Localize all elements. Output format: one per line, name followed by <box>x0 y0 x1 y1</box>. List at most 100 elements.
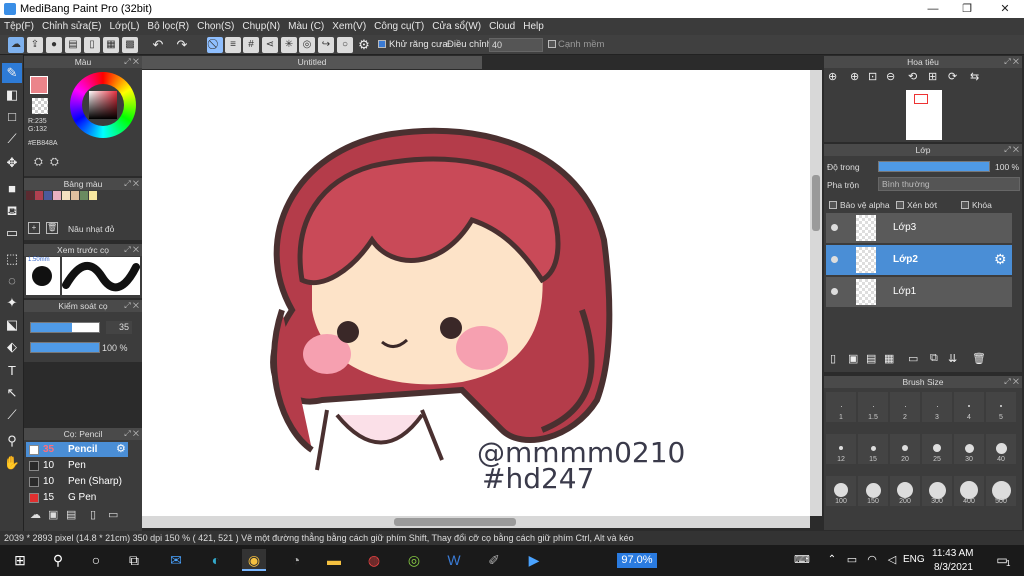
vertical-scrollbar[interactable] <box>810 70 822 516</box>
language-indicator[interactable]: ENG <box>903 554 925 565</box>
zoom-percent-box[interactable]: 97.0% <box>617 553 657 568</box>
layer-row-3[interactable]: Lớp3 <box>826 213 1012 243</box>
palette-swatch[interactable] <box>62 191 70 200</box>
gradient-tool-icon[interactable]: ▭ <box>2 223 22 243</box>
brush-size-5[interactable]: 5 <box>986 392 1016 422</box>
horizontal-scrollbar[interactable] <box>142 516 810 528</box>
zoom-in-icon[interactable]: ⊕ <box>828 70 837 83</box>
menu-select[interactable]: Chọn(S) <box>193 18 238 35</box>
brush-size-3[interactable]: 3 <box>922 392 952 422</box>
task-view-icon[interactable]: ⧉ <box>122 549 146 571</box>
operation-tool-icon[interactable]: ↖ <box>2 383 22 403</box>
brush-item-g-pen[interactable]: 15 G Pen <box>26 490 128 505</box>
palette-swatch[interactable] <box>53 191 61 200</box>
redo-icon[interactable]: ↷ <box>174 37 190 53</box>
select-tool-icon[interactable]: ⬚ <box>2 249 22 269</box>
layer-row-2[interactable]: Lớp2 ⚙ <box>826 245 1012 275</box>
add-layer-menu-icon[interactable]: ▦ <box>884 352 894 365</box>
fill-rect-tool-icon[interactable]: ■ <box>2 179 22 199</box>
smooth-edge-checkbox[interactable] <box>548 40 556 48</box>
palette-swatch[interactable] <box>80 191 88 200</box>
vertical-scroll-thumb[interactable] <box>812 175 820 231</box>
magic-wand-icon[interactable]: ✦ <box>2 293 22 313</box>
color-wheel[interactable] <box>70 72 136 138</box>
lasso-tool-icon[interactable]: ◌ <box>2 271 22 291</box>
brush-settings-icon[interactable]: ⚙ <box>116 442 126 457</box>
bucket-tool-icon[interactable]: ⛾ <box>2 201 22 221</box>
brush-size-500[interactable]: 500 <box>986 476 1016 506</box>
document-icon[interactable]: ▯ <box>84 37 100 53</box>
snap-off-icon[interactable]: ⃠ <box>207 37 223 53</box>
brush-size-25[interactable]: 25 <box>922 434 952 464</box>
zoom-fit-icon[interactable]: ⊕ <box>850 70 859 83</box>
layer-visibility-icon[interactable] <box>831 256 838 263</box>
menu-layer[interactable]: Lớp(L) <box>106 18 144 35</box>
divide-tool-icon[interactable]: ⟋ <box>2 405 22 425</box>
clock-date[interactable]: 8/3/2021 <box>934 562 973 573</box>
file-explorer-icon[interactable]: ▬ <box>322 549 346 571</box>
brush-size-slider[interactable] <box>30 322 100 333</box>
rotate-right-icon[interactable]: ⟳ <box>948 70 957 83</box>
brush-size-400[interactable]: 400 <box>954 476 984 506</box>
hand-tool-icon[interactable]: ✋ <box>2 453 22 473</box>
text-tool-icon[interactable]: T <box>2 361 22 381</box>
brush-item-pen[interactable]: 10 Pen <box>26 458 128 473</box>
brush-size-200[interactable]: 200 <box>890 476 920 506</box>
actual-size-icon[interactable]: ⊞ <box>928 70 937 83</box>
start-icon[interactable]: ⊞ <box>8 549 32 571</box>
dot-tool-icon[interactable]: □ <box>2 107 22 127</box>
line-tool-icon[interactable]: ⟋ <box>2 129 22 149</box>
layer-visibility-icon[interactable] <box>831 288 838 295</box>
blend-mode-select[interactable]: Bình thường <box>878 177 1020 191</box>
duplicate-layer-icon[interactable]: ⧉ <box>930 352 938 365</box>
keyboard-icon[interactable]: ⌨ <box>790 549 814 571</box>
clock-time[interactable]: 11:43 AM <box>932 548 974 559</box>
layer-opacity-slider[interactable] <box>878 161 990 172</box>
brush-size-1.5[interactable]: 1.5 <box>858 392 888 422</box>
secondary-color-swatch[interactable] <box>32 98 48 114</box>
eyedropper-icon[interactable]: ⚲ <box>2 431 22 451</box>
mail-icon[interactable]: ✉ <box>164 549 188 571</box>
merge-layer-icon[interactable]: ⇊ <box>948 352 957 365</box>
palette-swatch[interactable] <box>26 191 34 200</box>
volume-icon[interactable]: ◁ <box>880 549 904 571</box>
layer-settings-icon[interactable]: ⚙ <box>994 251 1007 268</box>
chrome-icon[interactable]: ◍ <box>362 549 386 571</box>
snap-settings-icon[interactable]: ⚙ <box>356 37 372 53</box>
app-badge-icon[interactable]: ◔ <box>284 549 308 571</box>
snap-curve-icon[interactable]: ↪ <box>318 37 334 53</box>
menu-tools[interactable]: Công cụ(T) <box>370 18 428 35</box>
add-swatch-icon[interactable]: + <box>28 222 40 234</box>
new-layer-icon[interactable]: ▯ <box>830 352 836 365</box>
cloud-icon[interactable]: ☁ <box>8 37 24 53</box>
app-feather-icon[interactable]: ✐ <box>482 549 506 571</box>
correction-select[interactable]: 40 <box>489 38 543 52</box>
snap-parallel-icon[interactable]: ≡ <box>225 37 241 53</box>
zoom-out-icon[interactable]: ⊖ <box>886 70 895 83</box>
brush-opacity-slider[interactable] <box>30 342 100 353</box>
navigator-thumbnail[interactable] <box>906 90 942 140</box>
delete-swatch-icon[interactable]: 🗑 <box>46 222 58 234</box>
brush-folder-icon[interactable]: ▭ <box>108 508 118 521</box>
palette-swatch[interactable] <box>89 191 97 200</box>
layer-row-1[interactable]: Lớp1 <box>826 277 1012 307</box>
comment-icon[interactable]: ● <box>46 37 62 53</box>
protect-alpha-checkbox[interactable] <box>829 201 837 209</box>
select-pen-icon[interactable]: ⬕ <box>2 315 22 335</box>
drawing-canvas[interactable]: @mmmm0210 #hd247 <box>142 70 810 516</box>
grid-icon[interactable]: ▩ <box>122 37 138 53</box>
brush-size-40[interactable]: 40 <box>986 434 1016 464</box>
delete-layer-icon[interactable]: 🗑 <box>972 352 986 365</box>
cortana-icon[interactable]: ○ <box>84 549 108 571</box>
color-mode-icon[interactable]: ⛭ <box>34 156 43 169</box>
fit-window-icon[interactable]: ⊡ <box>868 70 877 83</box>
new-8bit-layer-icon[interactable]: ▤ <box>866 352 876 365</box>
snap-radial-icon[interactable]: ✳ <box>281 37 297 53</box>
primary-color-swatch[interactable] <box>30 76 48 94</box>
medibang-taskbar-icon[interactable]: ◉ <box>242 549 266 571</box>
snap-circle-icon[interactable]: ◎ <box>299 37 315 53</box>
zoom-app-icon[interactable]: ▶ <box>522 549 546 571</box>
palette-swatch[interactable] <box>35 191 43 200</box>
app-green-icon[interactable]: ◎ <box>402 549 426 571</box>
brush-menu-icon[interactable]: ▤ <box>66 508 76 521</box>
